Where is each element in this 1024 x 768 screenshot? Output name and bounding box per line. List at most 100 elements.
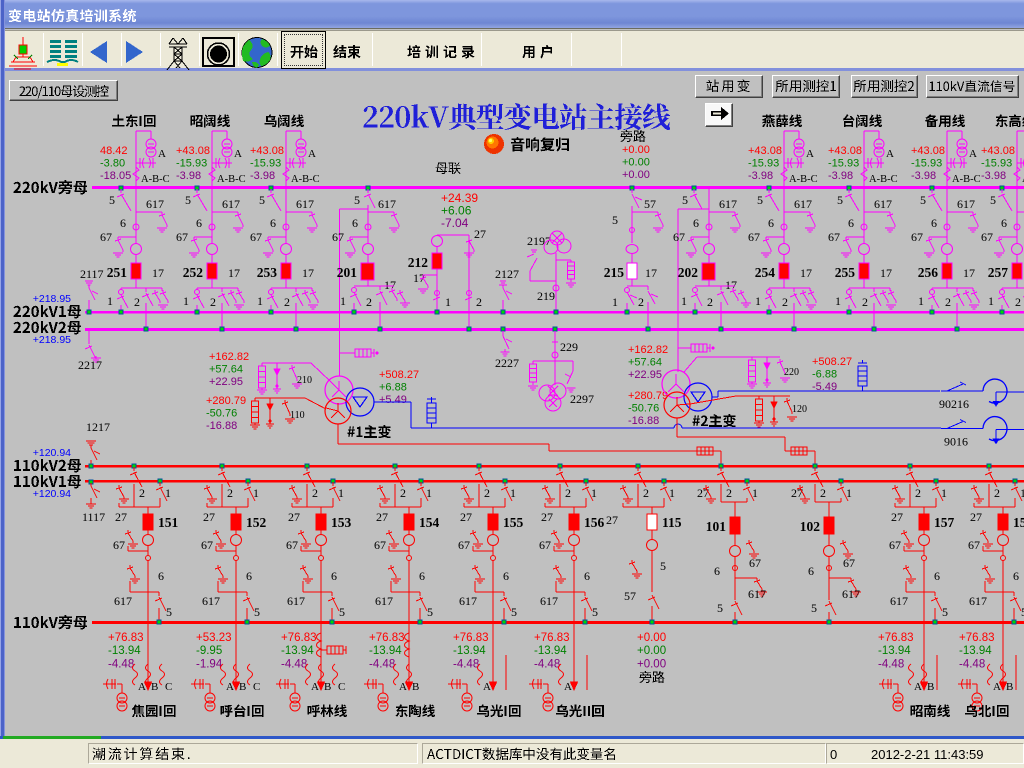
svg-text:+76.83: +76.83 bbox=[959, 632, 995, 644]
svg-text:+22.95: +22.95 bbox=[628, 369, 662, 381]
svg-text:-3.98: -3.98 bbox=[176, 170, 201, 182]
svg-text:5: 5 bbox=[511, 605, 517, 619]
svg-text:-3.98: -3.98 bbox=[250, 170, 275, 182]
svg-text:5: 5 bbox=[259, 193, 265, 207]
svg-text:-3.98: -3.98 bbox=[981, 170, 1006, 182]
svg-text:27: 27 bbox=[541, 510, 553, 524]
svg-text:+22.95: +22.95 bbox=[209, 376, 243, 388]
svg-text:A-B-C: A-B-C bbox=[217, 174, 246, 185]
svg-text:2: 2 bbox=[643, 486, 649, 500]
svg-text:A-B-C: A-B-C bbox=[952, 174, 981, 185]
svg-text:2: 2 bbox=[915, 486, 921, 500]
svg-text:27: 27 bbox=[460, 510, 472, 524]
svg-text:210: 210 bbox=[297, 375, 312, 386]
svg-text:1117: 1117 bbox=[82, 510, 105, 524]
svg-text:617: 617 bbox=[719, 197, 737, 211]
svg-text:154: 154 bbox=[419, 515, 440, 530]
svg-text:+43.08: +43.08 bbox=[176, 145, 210, 157]
svg-text:2117: 2117 bbox=[80, 267, 104, 281]
svg-text:2: 2 bbox=[284, 295, 290, 309]
svg-text:+0.00: +0.00 bbox=[622, 169, 650, 181]
svg-text:202: 202 bbox=[678, 265, 699, 280]
svg-text:229: 229 bbox=[560, 340, 578, 354]
svg-text:5: 5 bbox=[354, 193, 360, 207]
svg-text:67: 67 bbox=[673, 230, 685, 244]
svg-text:+53.23: +53.23 bbox=[196, 632, 232, 644]
svg-text:5: 5 bbox=[682, 193, 688, 207]
svg-text:152: 152 bbox=[246, 515, 267, 530]
svg-text:1: 1 bbox=[752, 486, 758, 500]
svg-text:A: A bbox=[886, 148, 894, 160]
svg-text:17: 17 bbox=[152, 266, 164, 280]
svg-text:101: 101 bbox=[706, 519, 727, 534]
svg-text:67: 67 bbox=[748, 230, 760, 244]
svg-text:1: 1 bbox=[988, 294, 994, 308]
svg-text:6: 6 bbox=[158, 569, 164, 583]
svg-text:2: 2 bbox=[726, 486, 732, 500]
svg-text:6: 6 bbox=[246, 569, 252, 583]
svg-text:+508.27: +508.27 bbox=[812, 356, 852, 368]
svg-text:+162.82: +162.82 bbox=[209, 351, 249, 363]
svg-text:A: A bbox=[969, 148, 977, 160]
svg-text:A-B-C: A-B-C bbox=[141, 174, 170, 185]
svg-text:1: 1 bbox=[669, 486, 675, 500]
svg-text:67: 67 bbox=[889, 538, 901, 552]
svg-text:2: 2 bbox=[820, 486, 826, 500]
svg-text:+0.00: +0.00 bbox=[637, 632, 666, 644]
svg-text:6: 6 bbox=[1001, 216, 1007, 230]
svg-text:617: 617 bbox=[794, 197, 812, 211]
svg-text:-15.93: -15.93 bbox=[828, 158, 859, 170]
svg-text:+162.82: +162.82 bbox=[628, 344, 668, 356]
svg-text:617: 617 bbox=[222, 197, 240, 211]
svg-text:6: 6 bbox=[270, 216, 276, 230]
svg-text:212: 212 bbox=[408, 255, 429, 270]
svg-text:2: 2 bbox=[565, 486, 571, 500]
svg-text:+280.79: +280.79 bbox=[628, 390, 668, 402]
svg-text:617: 617 bbox=[378, 197, 396, 211]
svg-text:157: 157 bbox=[934, 515, 955, 530]
svg-text:1: 1 bbox=[445, 295, 451, 309]
svg-text:27: 27 bbox=[970, 510, 982, 524]
svg-text:67: 67 bbox=[968, 538, 980, 552]
svg-text:27: 27 bbox=[115, 510, 127, 524]
svg-text:5: 5 bbox=[837, 193, 843, 207]
svg-text:2297: 2297 bbox=[570, 392, 594, 406]
svg-text:-50.76: -50.76 bbox=[628, 403, 659, 415]
svg-text:2227: 2227 bbox=[495, 356, 519, 370]
svg-text:257: 257 bbox=[988, 265, 1009, 280]
svg-text:1: 1 bbox=[426, 486, 432, 500]
svg-text:90216: 90216 bbox=[939, 397, 969, 411]
svg-text:254: 254 bbox=[755, 265, 776, 280]
svg-text:1: 1 bbox=[1020, 486, 1024, 500]
svg-text:6: 6 bbox=[931, 216, 937, 230]
svg-text:2127: 2127 bbox=[495, 267, 519, 281]
svg-text:27: 27 bbox=[376, 510, 388, 524]
svg-text:17: 17 bbox=[800, 266, 812, 280]
svg-text:6: 6 bbox=[419, 569, 425, 583]
svg-text:-4.48: -4.48 bbox=[281, 658, 307, 670]
svg-text:5: 5 bbox=[920, 193, 926, 207]
svg-text:1: 1 bbox=[755, 294, 761, 308]
svg-text:B: B bbox=[239, 681, 246, 693]
svg-text:-13.94: -13.94 bbox=[281, 645, 314, 657]
svg-text:+43.08: +43.08 bbox=[748, 145, 782, 157]
svg-text:5: 5 bbox=[254, 605, 260, 619]
svg-text:102: 102 bbox=[800, 519, 821, 534]
svg-text:A-B-C: A-B-C bbox=[869, 174, 898, 185]
svg-text:219: 219 bbox=[537, 289, 555, 303]
svg-text:2: 2 bbox=[994, 486, 1000, 500]
svg-text:17: 17 bbox=[302, 266, 314, 280]
svg-text:+76.83: +76.83 bbox=[534, 632, 570, 644]
svg-text:67: 67 bbox=[201, 538, 213, 552]
svg-text:617: 617 bbox=[202, 594, 220, 608]
svg-text:B: B bbox=[1006, 681, 1013, 693]
svg-text:+280.79: +280.79 bbox=[206, 395, 246, 407]
svg-text:6: 6 bbox=[693, 216, 699, 230]
svg-text:151: 151 bbox=[158, 515, 179, 530]
svg-text:-3.98: -3.98 bbox=[748, 170, 773, 182]
svg-text:6: 6 bbox=[503, 569, 509, 583]
svg-text:+43.08: +43.08 bbox=[911, 145, 945, 157]
svg-text:255: 255 bbox=[835, 265, 856, 280]
svg-text:-13.94: -13.94 bbox=[369, 645, 402, 657]
svg-text:2: 2 bbox=[139, 486, 145, 500]
